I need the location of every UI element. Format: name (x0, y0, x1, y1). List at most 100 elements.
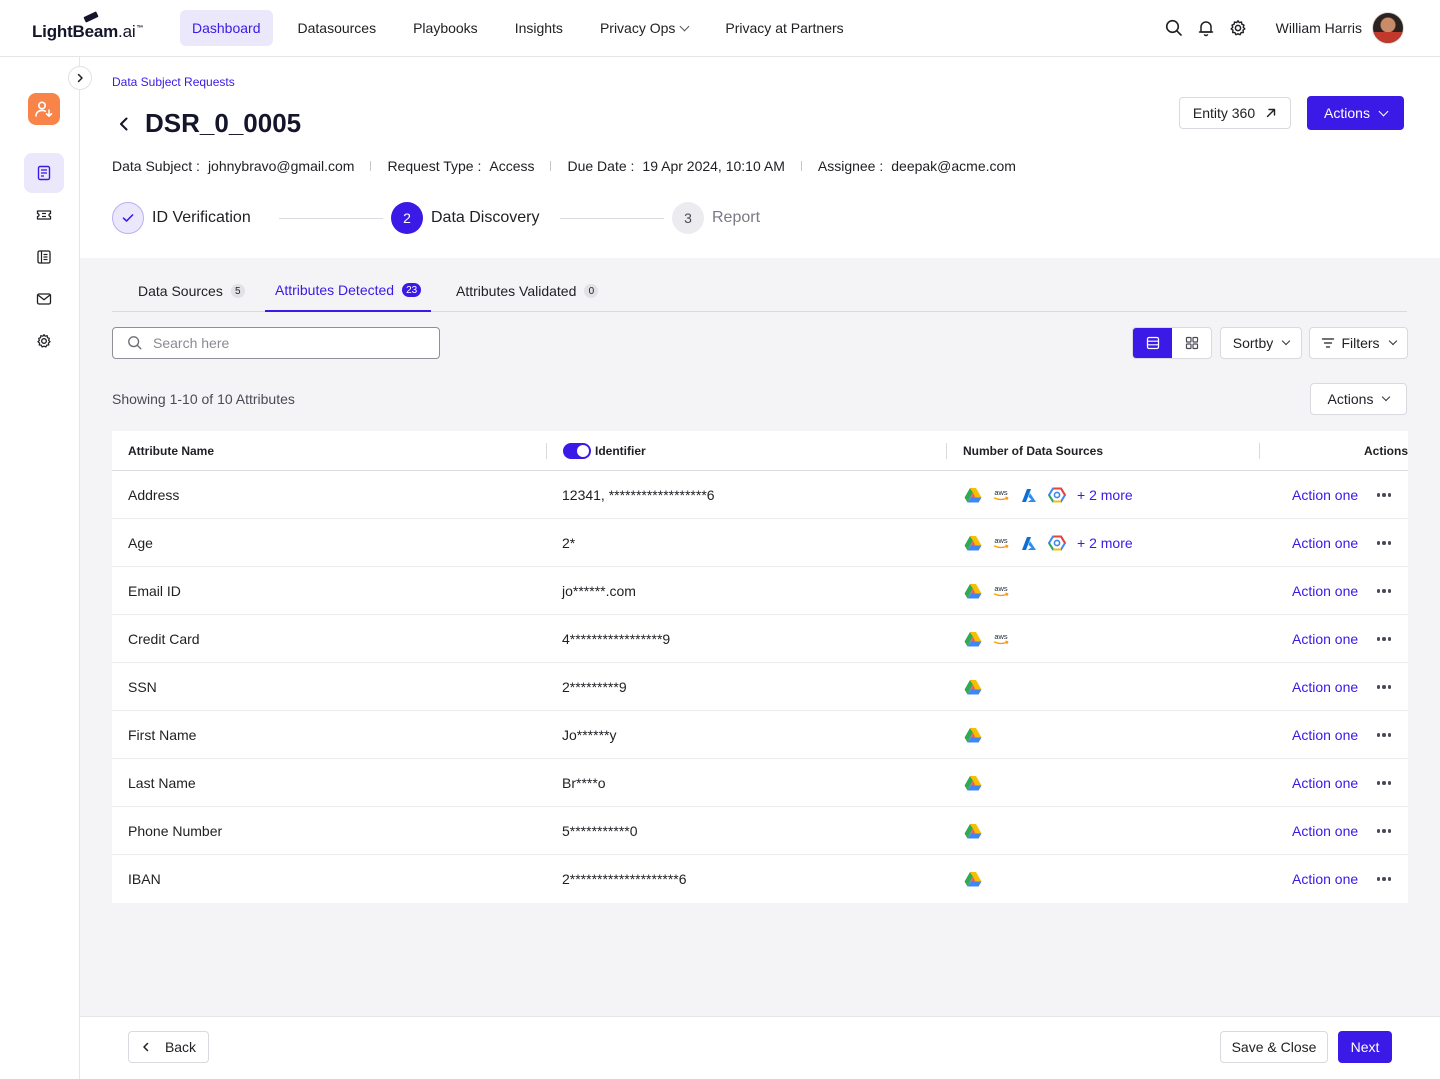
sortby-dropdown[interactable]: Sortby (1220, 327, 1302, 359)
gear-icon[interactable] (1228, 18, 1248, 38)
chevron-down-icon (1382, 392, 1391, 402)
table-row[interactable]: Age 2* aws + 2 more Action one (112, 519, 1408, 567)
data-subject-value: johnybravo@gmail.com (207, 158, 355, 174)
search-input[interactable] (153, 335, 413, 351)
row-menu-button[interactable] (1374, 519, 1394, 567)
meta-divider (370, 161, 372, 171)
breadcrumb[interactable]: Data Subject Requests (112, 75, 235, 89)
row-menu-button[interactable] (1374, 615, 1394, 663)
user-name[interactable]: William Harris (1276, 20, 1362, 36)
svg-text:aws: aws (994, 584, 1008, 593)
actions-label: Actions (1324, 105, 1370, 121)
tab-attributes-validated[interactable]: Attributes Validated 0 (446, 270, 608, 312)
next-button[interactable]: Next (1338, 1031, 1392, 1063)
search-box[interactable] (112, 327, 440, 359)
more-horizontal-icon (1374, 773, 1394, 793)
chevron-down-icon (1378, 106, 1389, 116)
request-meta: Data Subject : johnybravo@gmail.com Requ… (112, 158, 1016, 174)
action-one-link[interactable]: Action one (1292, 615, 1358, 663)
table-row[interactable]: SSN 2*********9 Action one (112, 663, 1408, 711)
action-one-link[interactable]: Action one (1292, 807, 1358, 855)
nav-privacy-ops[interactable]: Privacy Ops (588, 10, 700, 46)
more-horizontal-icon (1374, 533, 1394, 553)
table-row[interactable]: Credit Card 4*****************9 aws Acti… (112, 615, 1408, 663)
tab-data-sources[interactable]: Data Sources 5 (128, 270, 255, 312)
action-one-link[interactable]: Action one (1292, 519, 1358, 567)
action-one-link[interactable]: Action one (1292, 855, 1358, 903)
save-close-button[interactable]: Save & Close (1220, 1031, 1328, 1063)
column-header-identifier: Identifier (563, 431, 646, 471)
due-date-value: 19 Apr 2024, 10:10 AM (642, 158, 785, 174)
user-request-icon[interactable] (28, 93, 60, 125)
step-id-verification[interactable]: ID Verification (112, 202, 251, 234)
identifier-cell: jo******.com (562, 583, 636, 599)
svg-text:aws: aws (994, 632, 1008, 641)
step-number: 3 (672, 202, 704, 234)
actions-dropdown-button[interactable]: Actions (1307, 96, 1404, 130)
more-horizontal-icon (1374, 581, 1394, 601)
step-report[interactable]: 3 Report (672, 202, 760, 234)
nav-insights[interactable]: Insights (503, 10, 575, 46)
nav-privacy-at-partners[interactable]: Privacy at Partners (713, 10, 855, 46)
action-one-link[interactable]: Action one (1292, 759, 1358, 807)
table-row[interactable]: IBAN 2********************6 Action one (112, 855, 1408, 903)
more-sources-link[interactable]: + 2 more (1077, 487, 1133, 503)
google-drive-icon (963, 629, 983, 649)
action-one-link[interactable]: Action one (1292, 567, 1358, 615)
action-one-link[interactable]: Action one (1292, 471, 1358, 519)
row-menu-button[interactable] (1374, 567, 1394, 615)
table-row[interactable]: Address 12341, ******************6 aws + … (112, 471, 1408, 519)
sidebar-expand-button[interactable] (68, 66, 92, 90)
google-drive-icon (963, 485, 983, 505)
aws-icon: aws (991, 533, 1011, 553)
table-row[interactable]: First Name Jo******y Action one (112, 711, 1408, 759)
identifier-cell: 2********************6 (562, 871, 687, 887)
step-data-discovery[interactable]: 2 Data Discovery (391, 202, 539, 234)
more-horizontal-icon (1374, 869, 1394, 889)
table-actions-dropdown[interactable]: Actions (1310, 383, 1407, 415)
row-menu-button[interactable] (1374, 711, 1394, 759)
mail-icon[interactable] (24, 279, 64, 319)
document-list-icon[interactable] (24, 153, 64, 193)
action-one-link[interactable]: Action one (1292, 711, 1358, 759)
filters-dropdown[interactable]: Filters (1309, 327, 1408, 359)
settings-icon[interactable] (24, 321, 64, 361)
logo-suffix: .ai (118, 22, 136, 41)
search-icon[interactable] (1164, 18, 1184, 38)
column-header-attribute-name[interactable]: Attribute Name (128, 431, 214, 471)
more-horizontal-icon (1374, 485, 1394, 505)
identifier-mask-toggle[interactable] (563, 443, 591, 459)
row-menu-button[interactable] (1374, 855, 1394, 903)
table-row[interactable]: Phone Number 5***********0 Action one (112, 807, 1408, 855)
list-view-icon[interactable] (1133, 328, 1172, 358)
google-drive-icon (963, 533, 983, 553)
more-sources-link[interactable]: + 2 more (1077, 535, 1133, 551)
row-menu-button[interactable] (1374, 471, 1394, 519)
column-header-data-sources[interactable]: Number of Data Sources (963, 431, 1103, 471)
tab-attributes-detected[interactable]: Attributes Detected 23 (265, 270, 432, 312)
row-menu-button[interactable] (1374, 759, 1394, 807)
back-button[interactable]: Back (128, 1031, 209, 1063)
table-row[interactable]: Last Name Br****o Action one (112, 759, 1408, 807)
entity-360-button[interactable]: Entity 360 (1179, 97, 1291, 129)
ticket-icon[interactable] (24, 195, 64, 235)
next-label: Next (1350, 1039, 1380, 1055)
lightbeam-logo[interactable]: LightBeam .ai ™ (32, 11, 143, 42)
table-row[interactable]: Email ID jo******.com aws Action one (112, 567, 1408, 615)
filters-label: Filters (1341, 335, 1380, 351)
aws-icon: aws (991, 629, 1011, 649)
avatar[interactable] (1372, 12, 1404, 44)
google-drive-icon (963, 677, 983, 697)
bell-icon[interactable] (1196, 18, 1216, 38)
nav-playbooks[interactable]: Playbooks (401, 10, 490, 46)
ledger-icon[interactable] (24, 237, 64, 277)
row-menu-button[interactable] (1374, 663, 1394, 711)
table-body: Address 12341, ******************6 aws + … (112, 471, 1408, 903)
row-menu-button[interactable] (1374, 807, 1394, 855)
identifier-cell: 5***********0 (562, 823, 638, 839)
grid-view-icon[interactable] (1172, 328, 1211, 358)
nav-datasources[interactable]: Datasources (286, 10, 389, 46)
action-one-link[interactable]: Action one (1292, 663, 1358, 711)
back-arrow-icon[interactable] (114, 114, 134, 134)
nav-dashboard[interactable]: Dashboard (180, 10, 273, 46)
